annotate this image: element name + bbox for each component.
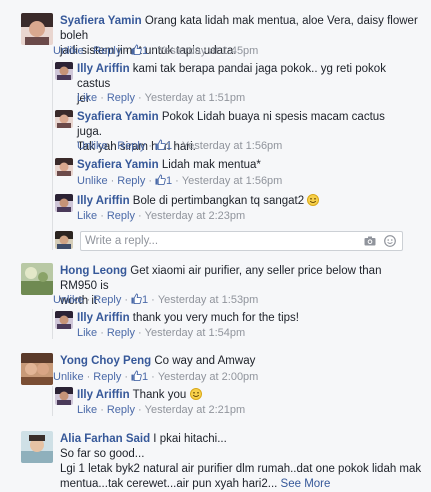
smiley-icon xyxy=(189,388,202,400)
comment-actions: Unlike · Reply · 1 · Yesterday at 2:00pm xyxy=(53,370,259,383)
comment-author[interactable]: Hong Leong xyxy=(60,265,127,277)
reply-actions: Like · Reply · Yesterday at 2:23pm xyxy=(77,210,246,222)
reply-link[interactable]: Reply xyxy=(107,327,135,339)
reply-link[interactable]: Reply xyxy=(107,404,135,416)
avatar[interactable] xyxy=(21,263,53,295)
reply-actions: Unlike · Reply · 1 · Yesterday at 1:56pm xyxy=(77,139,283,152)
reply-input[interactable] xyxy=(85,233,345,248)
reply-text: Illy Ariffin thank you very much for the… xyxy=(77,312,299,324)
reply-link[interactable]: Reply xyxy=(93,45,121,57)
avatar[interactable] xyxy=(21,13,53,45)
timestamp[interactable]: Yesterday at 1:53pm xyxy=(158,294,259,306)
reply-author[interactable]: Syafiera Yamin xyxy=(77,111,159,123)
comment-actions: Unlike · Reply · 1 · Yesterday at 1:53pm xyxy=(53,293,259,306)
timestamp[interactable]: Yesterday at 1:51pm xyxy=(145,92,246,104)
reply-link[interactable]: Reply xyxy=(93,371,121,383)
timestamp[interactable]: Yesterday at 1:56pm xyxy=(182,175,283,187)
timestamp[interactable]: Yesterday at 1:56pm xyxy=(182,140,283,152)
avatar xyxy=(55,231,73,249)
reply-link[interactable]: Reply xyxy=(117,175,145,187)
unlike-link[interactable]: Unlike xyxy=(77,175,108,187)
avatar[interactable] xyxy=(21,431,53,463)
avatar[interactable] xyxy=(55,110,73,128)
reply-text: Illy Ariffin Thank you xyxy=(77,388,407,403)
unlike-link[interactable]: Unlike xyxy=(77,140,108,152)
reply-text: Illy Ariffin Bole di pertimbangkan tq sa… xyxy=(77,194,407,209)
thread-line xyxy=(52,309,53,339)
reply-author[interactable]: Illy Ariffin xyxy=(77,312,130,324)
comment-author[interactable]: Alia Farhan Said xyxy=(60,433,150,445)
reply-actions: Like · Reply · Yesterday at 1:54pm xyxy=(77,327,246,339)
thumbs-up-icon xyxy=(155,139,166,150)
comment-text: Alia Farhan Said I pkai hitachi... So fa… xyxy=(60,433,422,490)
reply-author[interactable]: Syafiera Yamin xyxy=(77,159,159,171)
comment-text: Yong Choy Peng Co way and Amway xyxy=(60,355,256,367)
like-link[interactable]: Like xyxy=(77,327,97,339)
avatar[interactable] xyxy=(55,311,73,329)
thumbs-up-icon xyxy=(131,293,142,304)
avatar[interactable] xyxy=(55,158,73,176)
comment-author[interactable]: Syafiera Yamin xyxy=(60,15,142,27)
unlike-link[interactable]: Unlike xyxy=(53,371,84,383)
reply-link[interactable]: Reply xyxy=(107,210,135,222)
unlike-link[interactable]: Unlike xyxy=(53,294,84,306)
avatar[interactable] xyxy=(55,62,73,80)
timestamp[interactable]: Yesterday at 2:23pm xyxy=(145,210,246,222)
like-link[interactable]: Like xyxy=(77,210,97,222)
avatar[interactable] xyxy=(55,194,73,212)
smiley-icon xyxy=(307,194,320,206)
like-link[interactable]: Like xyxy=(77,404,97,416)
reply-actions: Like · Reply · Yesterday at 2:21pm xyxy=(77,404,246,416)
reply-actions: Like · Reply · Yesterday at 1:51pm xyxy=(77,92,246,104)
thread-line xyxy=(52,386,53,416)
reply-author[interactable]: Illy Ariffin xyxy=(77,389,130,401)
comment-author[interactable]: Yong Choy Peng xyxy=(60,355,151,367)
comment-actions: Unlike · Reply · 1 · Yesterday at 1:45pm xyxy=(53,44,259,57)
reply-author[interactable]: Illy Ariffin xyxy=(77,195,130,207)
unlike-link[interactable]: Unlike xyxy=(53,45,84,57)
timestamp[interactable]: Yesterday at 2:21pm xyxy=(145,404,246,416)
thumbs-up-icon xyxy=(131,370,142,381)
timestamp[interactable]: Yesterday at 1:54pm xyxy=(145,327,246,339)
reply-link[interactable]: Reply xyxy=(107,92,135,104)
sticker-icon[interactable] xyxy=(384,235,396,247)
reply-author[interactable]: Illy Ariffin xyxy=(77,63,130,75)
avatar[interactable] xyxy=(55,387,73,405)
reply-link[interactable]: Reply xyxy=(93,294,121,306)
like-link[interactable]: Like xyxy=(77,92,97,104)
thumbs-up-icon xyxy=(131,44,142,55)
timestamp[interactable]: Yesterday at 2:00pm xyxy=(158,371,259,383)
thread-line xyxy=(52,60,53,250)
reply-box xyxy=(80,231,403,251)
timestamp[interactable]: Yesterday at 1:45pm xyxy=(158,45,259,57)
reply-text: Syafiera Yamin Lidah mak mentua* xyxy=(77,159,261,171)
reply-link[interactable]: Reply xyxy=(117,140,145,152)
avatar[interactable] xyxy=(21,353,53,385)
thumbs-up-icon xyxy=(155,174,166,185)
camera-icon[interactable] xyxy=(364,235,376,247)
reply-actions: Unlike · Reply · 1 · Yesterday at 1:56pm xyxy=(77,174,283,187)
